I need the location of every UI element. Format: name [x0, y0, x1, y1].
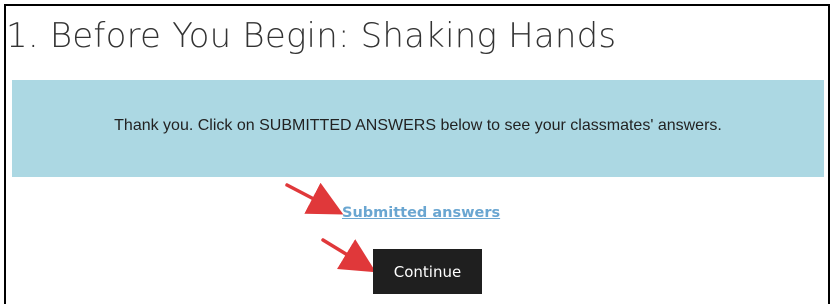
- submitted-answers-link[interactable]: Submitted answers: [342, 205, 500, 221]
- continue-button[interactable]: Continue: [373, 249, 482, 294]
- notice-panel: Thank you. Click on SUBMITTED ANSWERS be…: [12, 80, 824, 177]
- notice-text: Thank you. Click on SUBMITTED ANSWERS be…: [114, 116, 722, 134]
- page-title: 1. Before You Begin: Shaking Hands: [6, 16, 617, 56]
